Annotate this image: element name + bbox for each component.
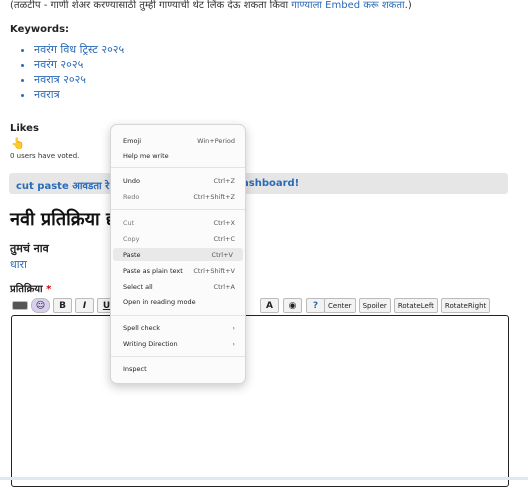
name-value-link[interactable]: धारा [10, 257, 27, 272]
rotate-left-button[interactable]: RotateLeft [393, 298, 438, 313]
keyword-link[interactable]: नवरंग विध ट्रिस्ट २०२५ [34, 42, 124, 57]
bar-links[interactable]: cut paste आवडता रे [16, 178, 109, 192]
menu-divider [111, 315, 245, 316]
comment-textarea[interactable] [11, 315, 509, 487]
keyword-link[interactable]: नवरंग २०२५ [34, 57, 124, 72]
comment-heading: नवी प्रतिक्रिया द्या [10, 209, 122, 230]
menu-item-paste[interactable]: Paste Ctrl+V [113, 248, 243, 261]
menu-item-emoji[interactable]: Emoji Win+Period [123, 134, 235, 147]
likes-title: Likes [10, 123, 39, 134]
name-label: तुमचं नाव [10, 242, 49, 255]
menu-item-reading-mode[interactable]: Open in reading mode [123, 295, 235, 308]
menu-item-copy[interactable]: Copy Ctrl+C [123, 232, 235, 245]
menu-item-inspect[interactable]: Inspect [123, 362, 235, 375]
keyword-link[interactable]: नवरात्र [34, 87, 124, 102]
keyword-link[interactable]: नवरात्र २०२५ [34, 72, 124, 87]
menu-item-cut[interactable]: Cut Ctrl+X [123, 216, 235, 229]
embed-link[interactable]: गाण्याला Embed करू शकता [291, 0, 404, 11]
bold-button[interactable]: B [53, 298, 72, 313]
menu-divider [111, 209, 245, 210]
menu-item-paste-plain[interactable]: Paste as plain text Ctrl+Shift+V [123, 264, 235, 277]
footnote-tip: (तळटीप - गाणी शेअर करण्यासाठी तुम्ही गाण… [10, 0, 412, 11]
spoiler-button[interactable]: Spoiler [358, 298, 391, 313]
smiley-icon[interactable]: ☺ [31, 298, 50, 313]
center-button[interactable]: Center [324, 298, 356, 313]
menu-divider [111, 356, 245, 357]
help-icon[interactable]: ? [306, 298, 325, 313]
dashboard-link[interactable]: ashboard! [242, 178, 299, 189]
keywords-title: Keywords: [10, 24, 70, 35]
required-marker: * [46, 284, 52, 295]
menu-item-select-all[interactable]: Select all Ctrl+A [123, 280, 235, 293]
menu-item-redo[interactable]: Redo Ctrl+Shift+Z [123, 190, 235, 203]
menu-item-spell-check[interactable]: Spell check › [123, 321, 235, 334]
chevron-right-icon: › [232, 323, 235, 332]
italic-button[interactable]: I [75, 298, 94, 313]
menu-item-writing-direction[interactable]: Writing Direction › [123, 337, 235, 350]
keywords-list: नवरंग विध ट्रिस्ट २०२५ नवरंग २०२५ नवरात्… [10, 42, 124, 102]
eye-icon[interactable]: ◉ [283, 298, 302, 313]
context-menu: Emoji Win+Period Help me write Undo Ctrl+Z… [110, 124, 246, 384]
rotate-right-button[interactable]: RotateRight [440, 298, 491, 313]
editor-toolbar-right: Center Spoiler RotateLeft RotateRight [324, 298, 491, 313]
chevron-right-icon: › [232, 339, 235, 348]
votes-count: 0 users have voted. [10, 152, 80, 160]
menu-item-undo[interactable]: Undo Ctrl+Z [123, 174, 235, 187]
menu-item-help-me-write[interactable]: Help me write [123, 149, 235, 162]
response-label: प्रतिक्रिया * [10, 284, 52, 295]
menu-divider [111, 167, 245, 168]
font-color-icon[interactable]: A [260, 298, 279, 313]
like-hand-icon[interactable]: 👆 [11, 137, 25, 150]
image-icon[interactable] [12, 301, 28, 310]
editor-toolbar: ☺ B I U [12, 298, 116, 313]
editor-toolbar-icons: A ◉ ? [260, 298, 325, 313]
